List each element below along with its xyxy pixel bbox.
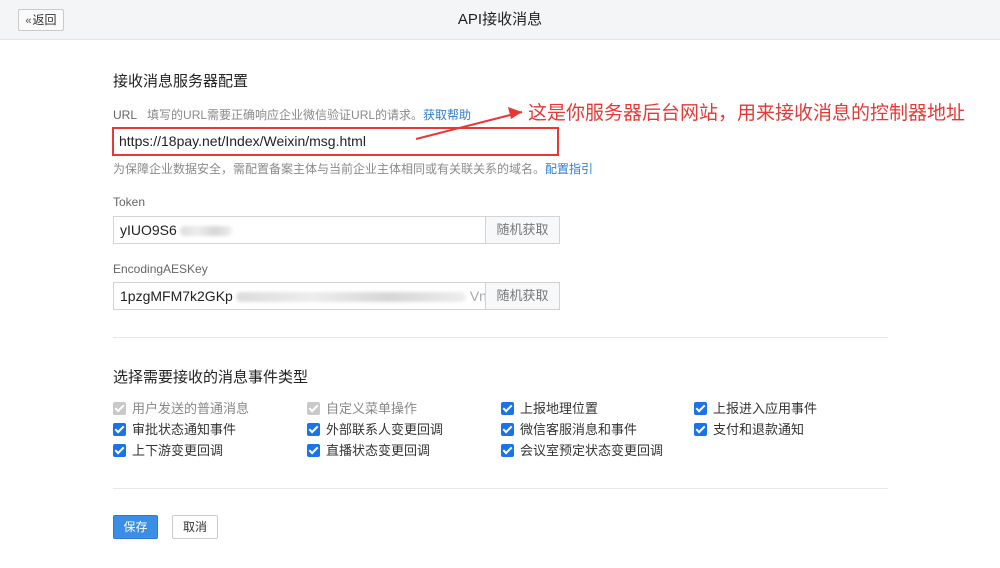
annotation-arrow-icon [415,107,523,140]
checkbox-checked-icon [501,423,514,436]
checkbox-checked-icon [113,423,126,436]
event-checkbox-item[interactable]: 用户发送的普通消息 [113,400,249,418]
event-checkbox-item[interactable]: 审批状态通知事件 [113,421,236,439]
event-checkbox-item[interactable]: 上下游变更回调 [113,442,223,460]
event-checkbox-item[interactable]: 上报进入应用事件 [694,400,817,418]
checkbox-checked-icon [307,444,320,457]
event-checkbox-item[interactable]: 支付和退款通知 [694,421,804,439]
checkbox-checked-icon [501,444,514,457]
event-checkbox-item[interactable]: 直播状态变更回调 [307,442,430,460]
events-section-title: 选择需要接收的消息事件类型 [113,369,309,386]
event-checkbox-item[interactable]: 自定义菜单操作 [307,400,417,418]
checkbox-checked-icon [113,444,126,457]
event-checkbox-item[interactable]: 微信客服消息和事件 [501,421,637,439]
checkbox-checked-icon [694,423,707,436]
cancel-button[interactable]: 取消 [172,515,218,539]
actions-divider [113,488,888,489]
event-checkbox-item[interactable]: 上报地理位置 [501,400,598,418]
checkbox-checked-icon [307,423,320,436]
checkbox-checked-icon [307,402,320,415]
checkbox-checked-icon [501,402,514,415]
checkbox-checked-icon [113,402,126,415]
event-checkbox-item[interactable]: 外部联系人变更回调 [307,421,443,439]
event-checkbox-item[interactable]: 会议室预定状态变更回调 [501,442,663,460]
save-button[interactable]: 保存 [113,515,158,539]
checkbox-checked-icon [694,402,707,415]
